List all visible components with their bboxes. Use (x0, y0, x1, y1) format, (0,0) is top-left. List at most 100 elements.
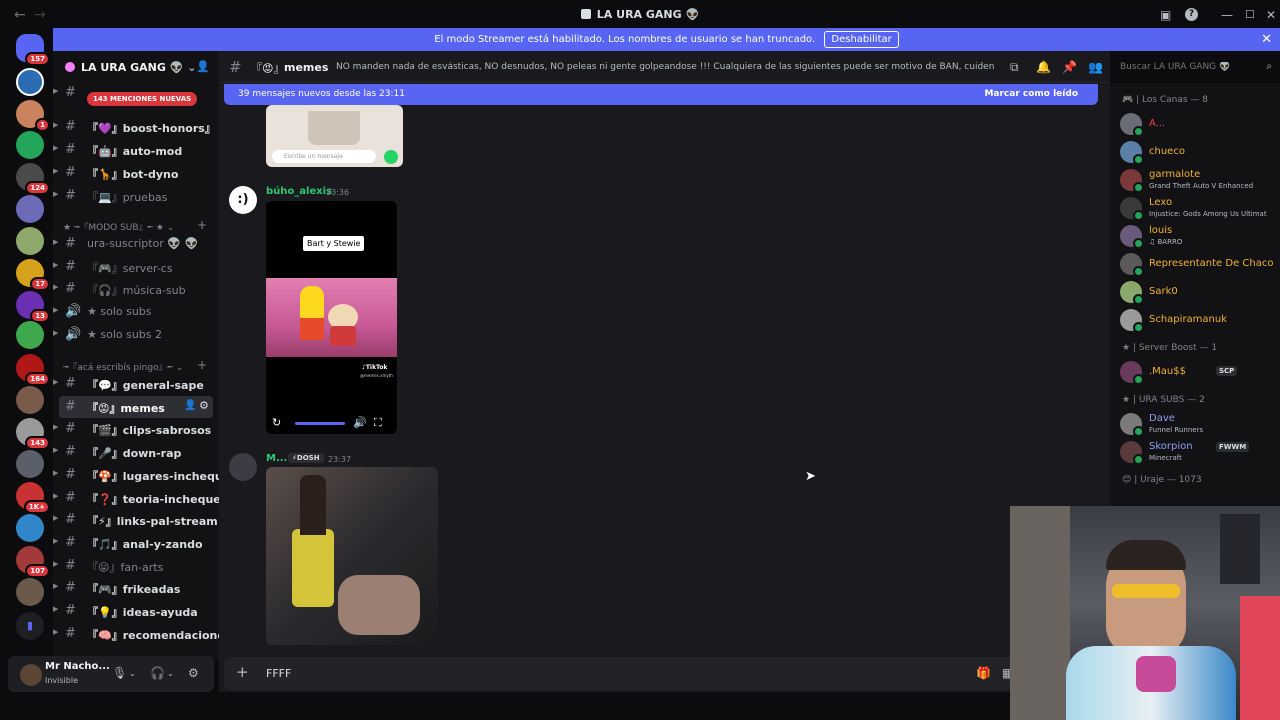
pin-icon[interactable]: 📌 (1062, 60, 1077, 74)
member-item[interactable]: Dave Funnel Runners (1120, 411, 1280, 437)
server-icon[interactable]: 1 (16, 100, 50, 132)
avatar[interactable] (1120, 113, 1144, 137)
chevron-down-icon[interactable]: ⌄ (129, 669, 136, 678)
avatar[interactable] (1120, 141, 1144, 165)
chevron-down-icon[interactable]: ⌄ (167, 669, 174, 678)
avatar[interactable] (1120, 197, 1144, 221)
replay-icon[interactable]: ↻ (272, 416, 281, 429)
message-composer[interactable]: + FFFF 🎁 ▦ (224, 657, 1110, 690)
channel-item[interactable]: ▶ # 『❓』teoria-inchequea... (53, 487, 219, 509)
image-attachment[interactable] (266, 467, 438, 645)
server-icon[interactable] (16, 578, 44, 606)
member-item[interactable]: Skorpion Minecraft FWWM (1120, 439, 1280, 465)
mark-as-read-button[interactable]: Marcar como leído (984, 89, 1078, 99)
channel-item[interactable]: ▶ # 『🎮』frikeadas (53, 577, 219, 599)
video-attachment[interactable]: Bart y Stewie ♪TikTok @memes.xmyth ↻ 🔊 ⛶ (266, 201, 397, 434)
channel-item[interactable]: ▶ # 『😛』fan-arts (53, 555, 219, 577)
server-icon[interactable]: 13 (16, 291, 50, 323)
search-input[interactable] (1120, 62, 1260, 72)
channel-item[interactable]: ▶ # 『🦒』bot-dyno (53, 162, 219, 184)
add-member-icon[interactable]: 👤 (196, 60, 210, 73)
gear-icon[interactable]: ⚙ (199, 399, 209, 412)
channel-item[interactable]: ▶ # 『💬』general-sape (53, 373, 219, 395)
avatar[interactable] (20, 664, 42, 686)
channel-item[interactable]: ▶ # 『💻』pruebas (53, 185, 219, 207)
server-icon[interactable] (16, 131, 44, 159)
server-icon-ura[interactable] (16, 68, 44, 96)
channel-item[interactable]: ▶ # 『🍄』lugares-inchequ... (53, 464, 219, 486)
server-icon[interactable] (16, 514, 44, 542)
server-icon[interactable]: 124 (16, 163, 50, 195)
server-icon[interactable] (16, 386, 44, 414)
avatar[interactable] (1120, 281, 1144, 305)
server-search[interactable]: ⌕ (1114, 57, 1278, 79)
add-channel-icon[interactable]: + (197, 358, 207, 372)
add-attachment-button[interactable]: + (236, 663, 249, 681)
avatar[interactable] (1120, 441, 1144, 465)
avatar[interactable] (1120, 225, 1144, 249)
headphones-icon[interactable]: 🎧 (150, 666, 165, 680)
direct-messages-icon[interactable]: 157 (16, 34, 50, 66)
server-icon[interactable]: 164 (16, 354, 50, 386)
guild-tag[interactable]: ⚡DOSH (288, 453, 324, 463)
channel-item[interactable]: ▶ # ura-suscriptor 👽 👽 (53, 233, 219, 255)
channel-item[interactable]: ▶ # 『🎮』server-cs (53, 256, 219, 278)
avatar[interactable]: :) (229, 186, 257, 214)
fullscreen-icon[interactable]: ⛶ (374, 416, 382, 430)
server-icon[interactable] (16, 450, 44, 478)
member-item[interactable]: Lexo Injustice: Gods Among Us Ultimat (1120, 195, 1280, 221)
channel-item[interactable]: ▶ # 『🎤』down-rap (53, 441, 219, 463)
add-channel-icon[interactable]: + (197, 218, 207, 232)
gift-icon[interactable]: 🎁 (976, 666, 991, 680)
channel-item[interactable]: ▶ # 『🎵』anal-y-zando (53, 532, 219, 554)
channel-item[interactable]: ▶ # 『💡』ideas-ayuda (53, 600, 219, 622)
message-author[interactable]: M... (266, 453, 287, 464)
member-list-icon[interactable]: 👥 (1088, 60, 1103, 74)
server-header[interactable]: LA URA GANG 👽 ⌄ 👤 (53, 51, 219, 83)
channel-item[interactable]: ▶ # 『🎬』clips-sabrosos (53, 418, 219, 440)
threads-icon[interactable]: ⧉ (1010, 60, 1019, 75)
category-modo-sub[interactable]: ★ ╼『MODO SUB』╾ ★ ⌄ + (63, 218, 207, 233)
bell-icon[interactable]: 🔔 (1036, 60, 1051, 74)
gear-icon[interactable]: ⚙ (188, 666, 199, 680)
volume-icon[interactable]: 🔊 (353, 416, 367, 429)
microphone-icon[interactable]: 🎙 (112, 666, 127, 680)
server-icon[interactable]: 1K+ (16, 482, 50, 514)
channel-item[interactable]: ▶#『😡』memes👤⚙ (59, 395, 213, 418)
channel-topic[interactable]: NO manden nada de esvásticas, NO desnudo… (336, 62, 996, 72)
channel-item[interactable]: ▶ # 『💜』boost-honors』 (53, 116, 219, 138)
disable-streamer-mode-button[interactable]: Deshabilitar (824, 31, 899, 48)
close-icon[interactable]: ✕ (1266, 8, 1276, 22)
server-icon[interactable]: 107 (16, 546, 50, 578)
avatar[interactable] (229, 453, 257, 481)
member-item[interactable]: Sark0 (1120, 279, 1280, 305)
server-icon[interactable] (16, 321, 44, 349)
inbox-icon[interactable]: ▣ (1160, 8, 1171, 22)
avatar[interactable] (1120, 413, 1144, 437)
channel-item[interactable]: ▶ 🔊 ★ solo subs 2 (53, 324, 219, 346)
maximize-icon[interactable]: ☐ (1245, 8, 1255, 21)
member-item[interactable]: Schapiramanuk (1120, 307, 1280, 333)
close-icon[interactable]: ✕ (1261, 28, 1272, 51)
member-item[interactable]: Representante De Chaco (1120, 251, 1280, 277)
image-attachment[interactable]: Escribe un mensaje (266, 105, 403, 167)
member-item[interactable]: .Mau$$ SCP (1120, 359, 1280, 385)
channel-item[interactable]: ▶ # 『🤖』auto-mod (53, 139, 219, 161)
channel-item[interactable]: ▶ 🔊 ★ solo subs (53, 301, 219, 323)
invite-icon[interactable]: 👤 (184, 400, 196, 411)
channel-item[interactable]: ▶ # 『⚡』links-pal-stream (53, 509, 219, 531)
avatar[interactable] (1120, 309, 1144, 333)
category-aca-escribis-pingo[interactable]: ╼『acá escribís pingo』╾ ⌄ + (63, 358, 207, 373)
server-icon[interactable] (16, 195, 44, 223)
new-messages-bar[interactable]: 39 mensajes nuevos desde las 23:11 Marca… (224, 84, 1098, 105)
username[interactable]: Mr Nacho... (45, 661, 110, 672)
minimize-icon[interactable]: — (1221, 8, 1233, 22)
avatar[interactable] (1120, 253, 1144, 277)
avatar[interactable] (1120, 169, 1144, 193)
member-item[interactable]: garmalote Grand Theft Auto V Enhanced (1120, 167, 1280, 193)
member-item[interactable]: louis ♫ BARRO (1120, 223, 1280, 249)
member-item[interactable]: chueco (1120, 139, 1280, 165)
message-input[interactable]: FFFF (266, 667, 291, 680)
server-icon[interactable] (16, 227, 44, 255)
server-icon[interactable]: 17 (16, 259, 50, 291)
